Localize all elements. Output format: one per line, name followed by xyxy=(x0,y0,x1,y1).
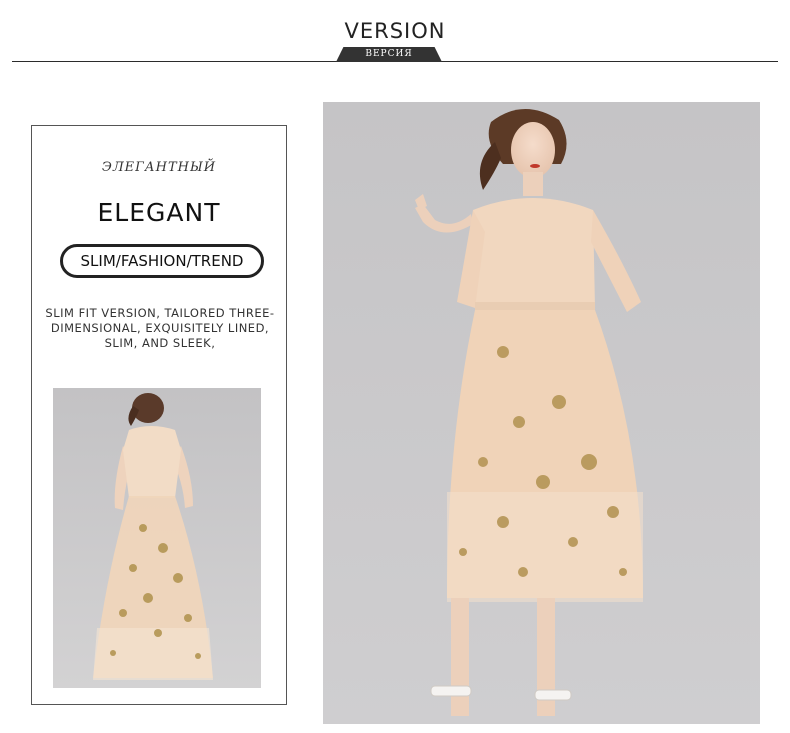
info-panel: ЭЛЕГАНТНЫЙ ELEGANT SLIM/FASHION/TREND SL… xyxy=(31,125,287,705)
panel-title: ELEGANT xyxy=(97,198,221,227)
section-title: VERSION xyxy=(344,19,446,43)
back-view-photo xyxy=(53,388,261,688)
description-line: SLIM FIT VERSION, TAILORED THREE- xyxy=(45,306,275,320)
subtitle: ЭЛЕГАНТНЫЙ xyxy=(101,160,217,175)
description: SLIM FIT VERSION, TAILORED THREE- DIMENS… xyxy=(40,306,280,351)
tags-pill: SLIM/FASHION/TREND xyxy=(60,244,264,278)
description-line: SLIM, AND SLEEK, xyxy=(104,336,216,350)
description-line: DIMENSIONAL, EXQUISITELY LINED, xyxy=(50,321,270,335)
front-view-photo xyxy=(323,102,760,724)
section-badge: ВЕРСИЯ xyxy=(336,47,442,62)
